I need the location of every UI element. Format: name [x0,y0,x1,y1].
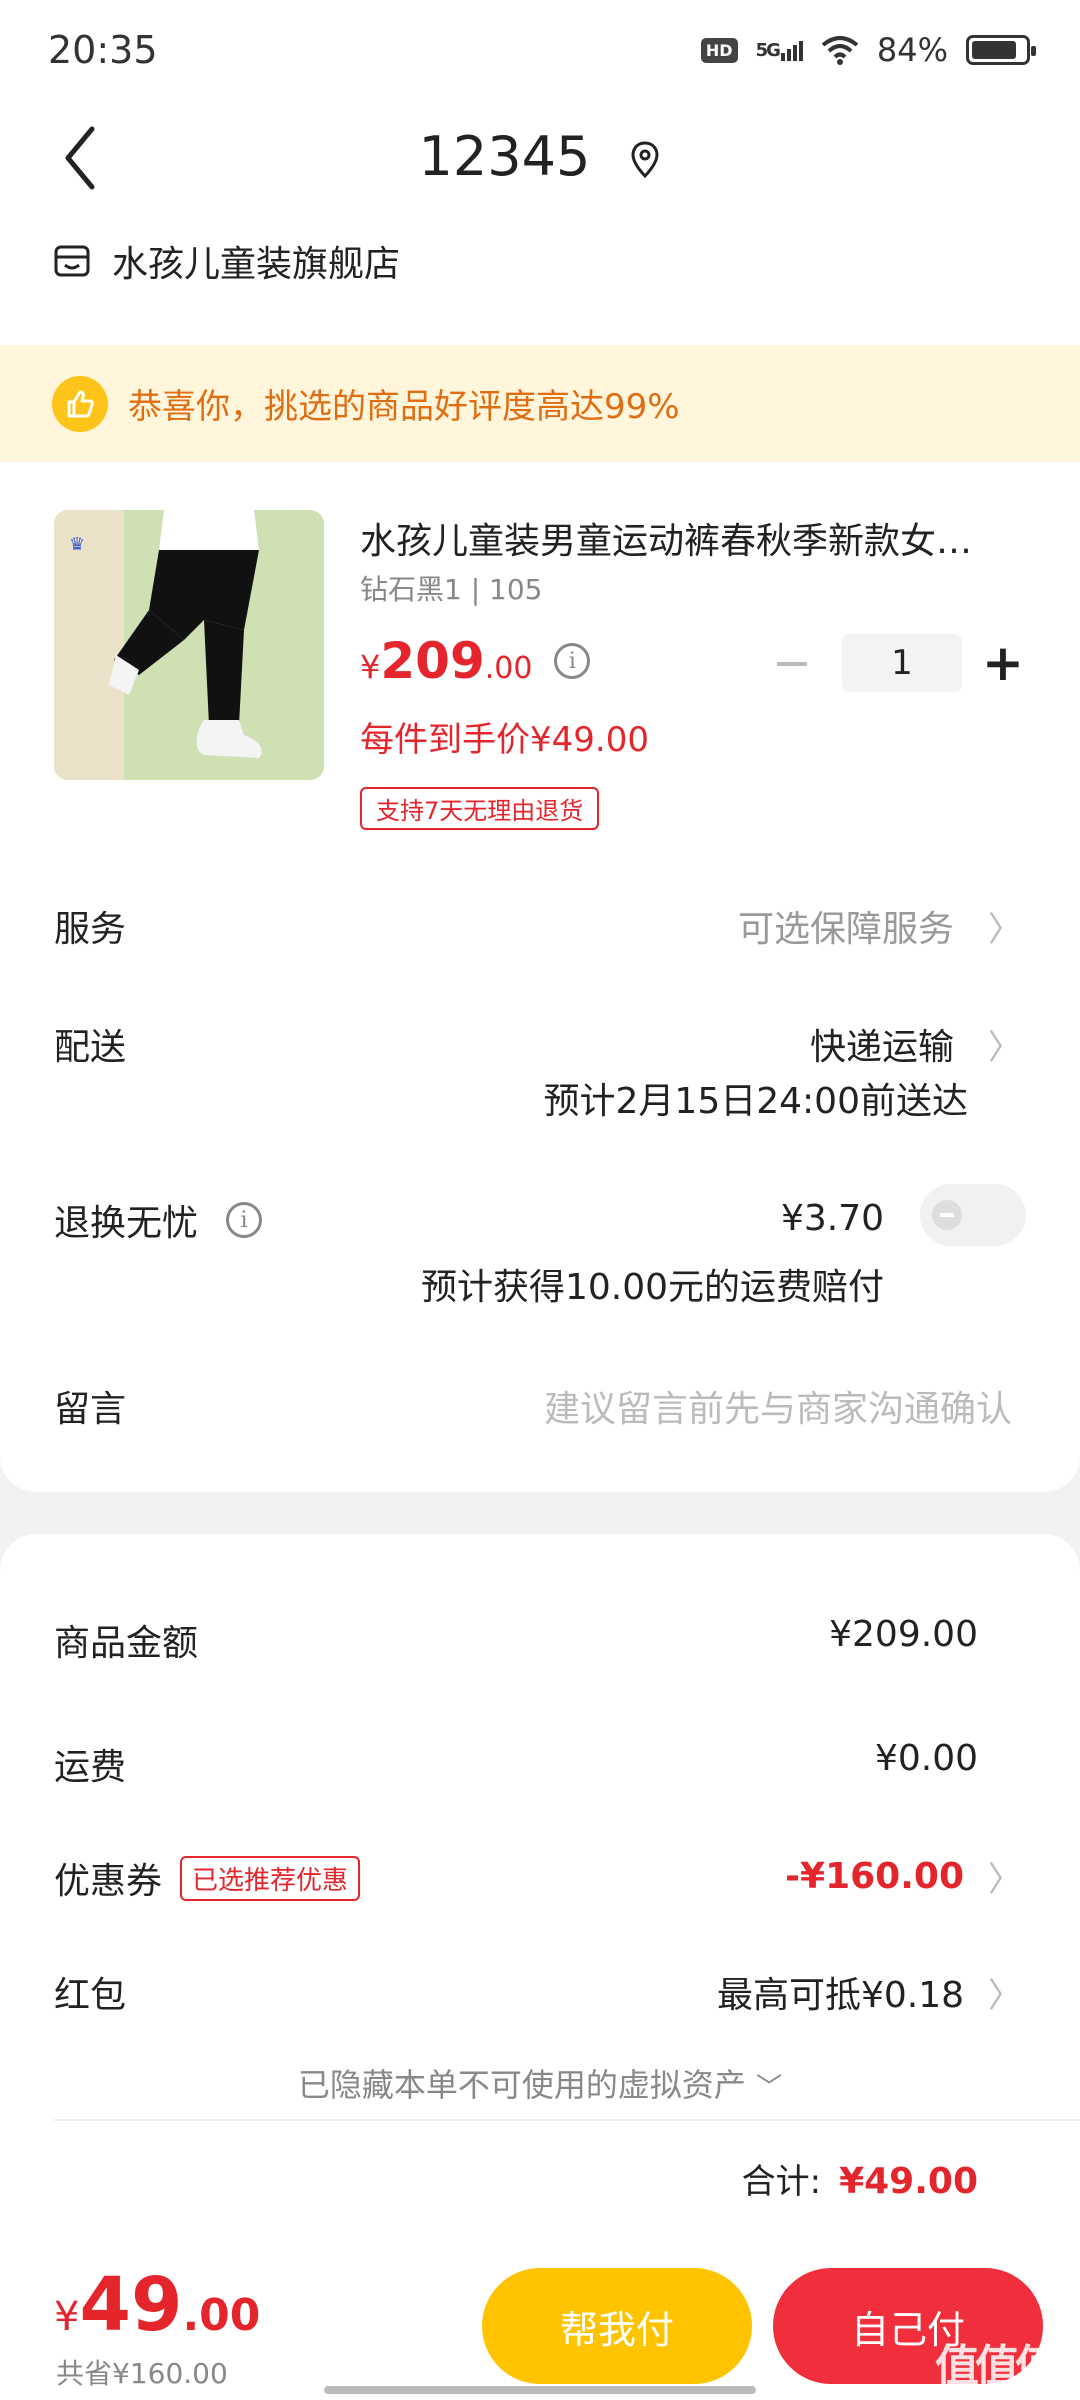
pay-currency: ¥ [54,2294,80,2340]
total-row: 合计: ¥49.00 [742,2154,978,2203]
pay-decimal: .00 [182,2290,261,2341]
quantity-stepper: − 1 + [762,634,1024,692]
return-insurance-label: 退换无忧 i [54,1194,263,1246]
pay-integer: 49 [79,2262,183,2348]
quantity-value[interactable]: 1 [842,634,962,692]
store-name: 水孩儿童装旗舰店 [112,244,401,285]
goods-amount-label: 商品金额 [54,1623,199,1664]
price-currency: ¥ [360,648,381,686]
status-bar: 20:35 HD 5G 84% [0,0,1080,95]
return-insurance-toggle[interactable] [920,1184,1026,1246]
shipping-value: ¥0.00 [874,1738,978,1779]
decrease-button[interactable]: − [762,635,822,691]
return-policy-badge: 支持7天无理由退货 [360,787,600,830]
delivery-eta: 预计2月15日24:00前送达 [543,1081,968,1122]
hd-icon: HD [700,37,738,63]
banner-text: 恭喜你，挑选的商品好评度高达99% [128,387,680,427]
battery-percent: 84% [876,31,948,69]
order-header: 12345 水孩儿童装旗舰店 [0,95,1080,345]
info-icon[interactable]: i [554,643,591,679]
delivery-row[interactable]: 快递运输 〉 [810,1018,1022,1070]
chevron-right-icon: 〉 [988,1860,1022,1900]
chevron-down-icon: ﹀ [756,2073,783,2103]
price-summary-card: 商品金额 ¥209.00 运费 ¥0.00 优惠券 已选推荐优惠 -¥160.0… [0,1534,1080,2254]
coupon-label: 优惠券 已选推荐优惠 [54,1852,361,1904]
redpacket-value: 最高可抵¥0.18 [716,1975,964,2016]
delivery-value: 快递运输 [809,1027,954,1068]
signal-icon: 5G [756,40,803,61]
return-insurance-price: ¥3.70 [780,1198,884,1239]
chevron-right-icon: 〉 [988,1027,1022,1068]
network-type: 5G [755,39,781,61]
thumbs-up-icon [52,375,108,432]
status-icons: HD 5G 84% [700,28,1036,72]
increase-button[interactable]: + [982,634,1024,692]
toggle-knob [932,1200,962,1230]
total-value: ¥49.00 [839,2161,978,2202]
service-label: 服务 [54,909,127,950]
shipping-label: 运费 [54,1747,127,1788]
status-time: 20:35 [48,28,158,72]
product-name[interactable]: 水孩儿童装男童运动裤春秋季新款女… [360,512,1020,564]
product-image[interactable]: ♛ [54,510,324,780]
hidden-assets-toggle[interactable]: 已隐藏本单不可使用的虚拟资产 ﹀ [0,2060,1080,2106]
store-icon [54,245,90,277]
product-spec: 钻石黑1 | 105 [360,573,543,606]
coupon-row[interactable]: -¥160.00 〉 [785,1852,1022,1901]
goods-amount-value: ¥209.00 [829,1614,978,1655]
coupon-text: 优惠券 [54,1861,163,1902]
redpacket-row[interactable]: 最高可抵¥0.18 〉 [717,1966,1022,2018]
home-indicator[interactable] [324,2386,756,2394]
info-icon[interactable]: i [226,1202,263,1238]
service-row[interactable]: 可选保障服务 〉 [738,900,1022,952]
product-price: ¥ 209 .00 i [360,632,591,690]
service-value: 可选保障服务 [737,909,954,950]
chevron-right-icon: 〉 [988,1975,1022,2016]
price-decimal: .00 [484,651,533,686]
wifi-icon [821,36,859,65]
return-insurance-text: 退换无忧 [54,1203,199,1244]
coupon-value: -¥160.00 [785,1856,964,1897]
total-label: 合计: [741,2162,822,2202]
order-card: ♛ 水孩儿童装男童运动裤春秋季新款女… 钻石黑1 | 105 ¥ 209 .00… [0,462,1080,1492]
store-link[interactable]: 水孩儿童装旗舰店 [52,235,400,287]
battery-level [972,41,1016,59]
pay-total: ¥ 49 .00 [54,2262,260,2348]
svg-text:♛: ♛ [69,534,85,555]
divider [54,2119,1080,2121]
battery-icon [966,35,1036,65]
message-label: 留言 [54,1389,127,1430]
page-title[interactable]: 12345 [0,125,1080,188]
redpacket-label: 红包 [54,1975,127,2016]
message-input[interactable]: 建议留言前先与商家沟通确认 [544,1380,1012,1432]
saved-amount: 共省¥160.00 [56,2357,228,2390]
watermark-logo: 值值值 [935,2341,1059,2392]
help-pay-button[interactable]: 帮我付 [482,2268,752,2384]
location-pin-icon [631,141,659,179]
price-integer: 209 [380,632,485,690]
return-insurance-note: 预计获得10.00元的运费赔付 [420,1267,884,1308]
address-title: 12345 [418,125,591,188]
chevron-right-icon: 〉 [988,909,1022,950]
coupon-tag: 已选推荐优惠 [180,1855,361,1901]
praise-banner: 恭喜你，挑选的商品好评度高达99% [0,345,1080,462]
delivery-label: 配送 [54,1027,127,1068]
per-unit-price: 每件到手价¥49.00 [360,720,649,760]
hidden-assets-text: 已隐藏本单不可使用的虚拟资产 [297,2066,746,2104]
